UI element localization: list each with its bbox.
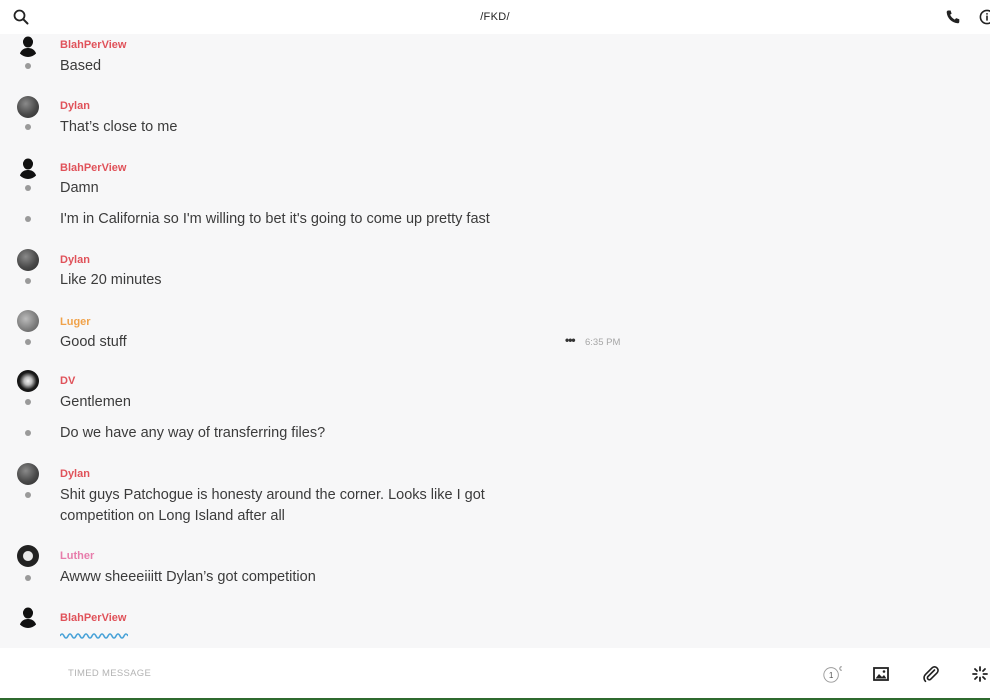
author-name[interactable]: Luther [60, 550, 94, 562]
message-status-dot [25, 185, 31, 191]
author-name[interactable]: BlahPerView [60, 612, 126, 624]
conversation-title: /FKD/ [480, 11, 510, 23]
avatar[interactable] [17, 310, 39, 332]
sparkle-icon[interactable] [970, 664, 990, 684]
message-text: Shit guys Patchogue is honesty around th… [60, 487, 485, 524]
more-options-icon[interactable]: ••• [565, 333, 576, 347]
author-name[interactable]: BlahPerView [60, 39, 126, 51]
avatar[interactable] [17, 545, 39, 567]
typing-indicator-icon [60, 633, 128, 639]
timer-icon[interactable]: 1 d [822, 663, 842, 684]
message-composer: TIMED MESSAGE 1 d [0, 648, 990, 698]
message-text: Do we have any way of transferring files… [60, 425, 326, 441]
author-name[interactable]: Dylan [60, 468, 90, 480]
author-name[interactable]: Dylan [60, 254, 90, 266]
message-text: Based [60, 58, 102, 74]
message-text: Awww sheeeiiitt Dylan’s got competition [60, 569, 316, 585]
image-icon[interactable] [871, 664, 891, 684]
message-text: I'm in California so I'm willing to bet … [60, 211, 490, 227]
author-name[interactable]: Luger [60, 316, 91, 328]
message-text: Damn [60, 180, 99, 196]
author-name[interactable]: Dylan [60, 100, 90, 112]
message-status-dot [25, 124, 31, 130]
avatar[interactable] [17, 370, 39, 392]
message-text: That’s close to me [60, 119, 178, 135]
avatar[interactable] [17, 606, 39, 628]
message-timestamp: 6:35 PM [585, 337, 621, 348]
message-status-dot [25, 492, 31, 498]
info-icon[interactable] [978, 8, 990, 26]
conversation-header: /FKD/ [0, 0, 990, 34]
avatar[interactable] [17, 157, 39, 179]
message-status-dot [25, 339, 31, 345]
phone-icon[interactable] [944, 8, 962, 26]
message-status-dot [25, 216, 31, 222]
message-input[interactable]: TIMED MESSAGE [68, 668, 151, 679]
author-name[interactable]: BlahPerView [60, 162, 126, 174]
timer-value: 1 [829, 671, 834, 680]
message-status-dot [25, 399, 31, 405]
message-status-dot [25, 430, 31, 436]
message-text: Like 20 minutes [60, 272, 162, 288]
search-icon[interactable] [12, 8, 30, 26]
avatar[interactable] [17, 96, 39, 118]
author-name[interactable]: DV [60, 375, 75, 387]
timer-unit: d [839, 663, 842, 672]
message-text: Good stuff [60, 334, 127, 350]
avatar[interactable] [17, 249, 39, 271]
message-text: Gentlemen [60, 394, 131, 410]
message-list[interactable]: BlahPerView Based Dylan That’s close to … [0, 34, 990, 648]
message-status-dot [25, 63, 31, 69]
avatar[interactable] [17, 35, 39, 57]
message-status-dot [25, 278, 31, 284]
attachment-icon[interactable] [921, 664, 941, 684]
message-status-dot [25, 575, 31, 581]
avatar[interactable] [17, 463, 39, 485]
